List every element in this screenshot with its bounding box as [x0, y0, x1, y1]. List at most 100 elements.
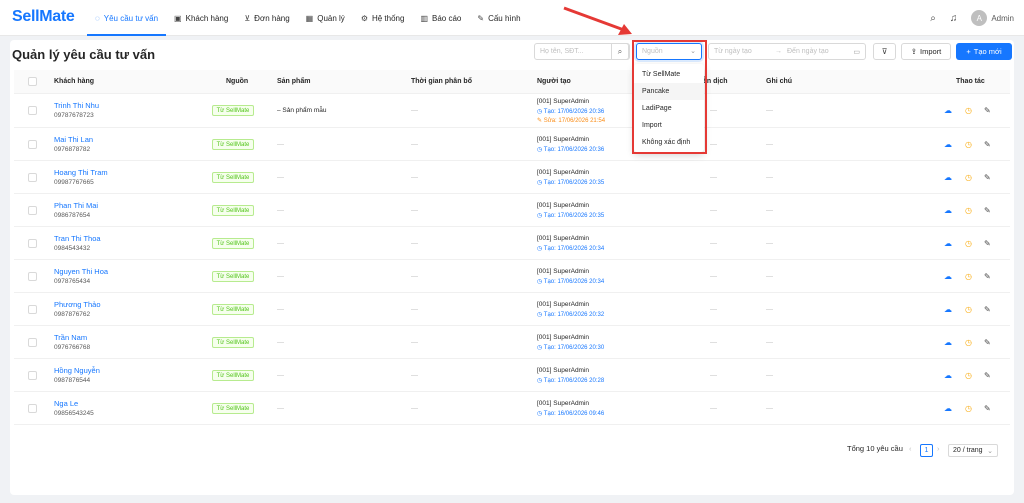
table-row[interactable]: Phan Thi Mai 0986787654 Từ SellMate — — [001]… [14, 194, 1010, 227]
table-row[interactable]: Mai Thi Lan 0976878782 Từ SellMate — — [001] … [14, 128, 1010, 161]
create-button[interactable]: + Tạo mới [956, 43, 1012, 60]
edit-icon[interactable]: ✎ [984, 272, 991, 281]
cloud-upload-icon[interactable]: ☁ [944, 239, 952, 248]
clock-icon[interactable]: ◷ [965, 272, 972, 281]
table-row[interactable]: Hồng Nguyễn 0987876544 Từ SellMate — — [001] … [14, 359, 1010, 392]
customer-name-link[interactable]: Trinh Thi Nhu [54, 101, 99, 110]
customer-name-link[interactable]: Trần Nam [54, 333, 87, 342]
customer-name-link[interactable]: Hồng Nguyễn [54, 366, 100, 375]
cloud-upload-icon[interactable]: ☁ [944, 173, 952, 182]
user-name[interactable]: Admin [991, 14, 1014, 23]
search-icon[interactable]: ⌕ [611, 43, 629, 60]
option-undetermined[interactable]: Không xác định [634, 134, 704, 151]
clock-icon[interactable]: ◷ [965, 338, 972, 347]
next-page-icon[interactable]: › [937, 444, 940, 453]
edit-icon[interactable]: ✎ [984, 173, 991, 182]
clock-icon[interactable]: ◷ [965, 206, 972, 215]
empty-product: — [277, 273, 284, 280]
clock-icon[interactable]: ◷ [965, 239, 972, 248]
table-row[interactable]: Hoang Thi Tram 09987767665 Từ SellMate — — [0… [14, 161, 1010, 194]
row-checkbox[interactable] [28, 173, 37, 182]
clock-icon[interactable]: ◷ [965, 305, 972, 314]
row-checkbox[interactable] [28, 239, 37, 248]
row-checkbox[interactable] [28, 206, 37, 215]
nav-system[interactable]: ⚙ Hệ thống [353, 0, 413, 36]
empty-note: — [766, 174, 773, 181]
option-import[interactable]: Import [634, 117, 704, 134]
empty-note: — [766, 372, 773, 379]
cloud-upload-icon[interactable]: ☁ [944, 404, 952, 413]
date-to[interactable]: Đến ngày tạo [787, 48, 829, 55]
table-row[interactable]: Tran Thi Thoa 0984543432 Từ SellMate — — [001… [14, 227, 1010, 260]
cloud-upload-icon[interactable]: ☁ [944, 106, 952, 115]
customer-name-link[interactable]: Mai Thi Lan [54, 135, 93, 144]
customer-name-link[interactable]: Nguyen Thi Hoa [54, 267, 108, 276]
filter-button[interactable]: ⊽ [873, 43, 896, 60]
clock-icon[interactable]: ◷ [965, 371, 972, 380]
edited-time: ✎ Sửa: 17/06/2026 21:54 [537, 117, 605, 124]
select-all-checkbox[interactable] [28, 77, 37, 86]
customer-name-link[interactable]: Tran Thi Thoa [54, 234, 101, 243]
date-range-picker[interactable]: Từ ngày tạo → Đến ngày tạo ▭ [708, 43, 866, 60]
cloud-upload-icon[interactable]: ☁ [944, 272, 952, 281]
customer-name-link[interactable]: Hoang Thi Tram [54, 168, 108, 177]
edit-icon[interactable]: ✎ [984, 338, 991, 347]
edit-icon[interactable]: ✎ [984, 140, 991, 149]
row-checkbox[interactable] [28, 404, 37, 413]
customer-name-link[interactable]: Phương Thảo [54, 300, 101, 309]
import-button[interactable]: ⇪ Import [901, 43, 951, 60]
app-logo[interactable]: SellMate [12, 8, 75, 26]
source-tag: Từ SellMate [212, 205, 254, 216]
edit-icon[interactable]: ✎ [984, 371, 991, 380]
avatar[interactable]: A [971, 10, 988, 26]
edit-icon[interactable]: ✎ [984, 206, 991, 215]
table-row[interactable]: Phương Thảo 0987876762 Từ SellMate — — [001] … [14, 293, 1010, 326]
option-pancake[interactable]: Pancake [634, 83, 704, 100]
row-checkbox[interactable] [28, 272, 37, 281]
nav-config[interactable]: ✎ Cấu hình [469, 0, 528, 36]
prev-page-icon[interactable]: ‹ [909, 444, 912, 453]
empty-allocation: — [411, 141, 418, 148]
table-row[interactable]: Nguyen Thi Hoa 0978765434 Từ SellMate — — [00… [14, 260, 1010, 293]
clock-icon: ◷ [537, 180, 544, 186]
row-checkbox[interactable] [28, 305, 37, 314]
cloud-upload-icon[interactable]: ☁ [944, 338, 952, 347]
table-row[interactable]: Nga Le 09856543245 Từ SellMate — — [001] Supe… [14, 392, 1010, 425]
option-sellmate[interactable]: Từ SellMate [634, 66, 704, 83]
customer-name-link[interactable]: Phan Thi Mai [54, 201, 98, 210]
source-select[interactable]: Nguồn ⌄ [636, 43, 702, 60]
cloud-upload-icon[interactable]: ☁ [944, 305, 952, 314]
creator-name: [001] SuperAdmin [537, 268, 590, 275]
edit-icon[interactable]: ✎ [984, 404, 991, 413]
nav-management[interactable]: ▦ Quản lý [298, 0, 353, 36]
row-checkbox[interactable] [28, 106, 37, 115]
page-1-button[interactable]: 1 [920, 444, 933, 457]
row-checkbox[interactable] [28, 338, 37, 347]
option-ladipage[interactable]: LadiPage [634, 100, 704, 117]
table-row[interactable]: Trần Nam 0976766768 Từ SellMate — — [001] Sup… [14, 326, 1010, 359]
page-size-select[interactable]: 20 / trang ⌄ [948, 444, 998, 457]
clock-icon[interactable]: ◷ [965, 140, 972, 149]
clock-icon[interactable]: ◷ [965, 404, 972, 413]
date-from[interactable]: Từ ngày tạo [714, 48, 752, 55]
edit-icon[interactable]: ✎ [984, 305, 991, 314]
bell-icon[interactable]: ♫ [950, 13, 958, 24]
nav-consult-requests[interactable]: ◌ Yêu cầu tư vấn [87, 0, 167, 36]
cloud-upload-icon[interactable]: ☁ [944, 140, 952, 149]
nav-reports[interactable]: ▥ Báo cáo [412, 0, 469, 36]
cloud-upload-icon[interactable]: ☁ [944, 206, 952, 215]
row-checkbox[interactable] [28, 140, 37, 149]
row-checkbox[interactable] [28, 371, 37, 380]
edit-icon[interactable]: ✎ [984, 106, 991, 115]
clock-icon[interactable]: ◷ [965, 106, 972, 115]
cloud-upload-icon[interactable]: ☁ [944, 371, 952, 380]
clock-icon[interactable]: ◷ [965, 173, 972, 182]
search-input[interactable]: Họ tên, SĐT... ⌕ [534, 43, 630, 60]
nav-customers[interactable]: ▣ Khách hàng [166, 0, 236, 36]
search-icon[interactable]: ⌕ [930, 13, 936, 24]
customer-name-link[interactable]: Nga Le [54, 399, 78, 408]
created-time: ◷ Tạo: 17/06/2026 20:35 [537, 212, 604, 219]
edit-icon[interactable]: ✎ [984, 239, 991, 248]
table-row[interactable]: Trinh Thi Nhu 09787678723 Từ SellMate – Sản… [14, 94, 1010, 128]
nav-orders[interactable]: ⊻ Đơn hàng [236, 0, 297, 36]
